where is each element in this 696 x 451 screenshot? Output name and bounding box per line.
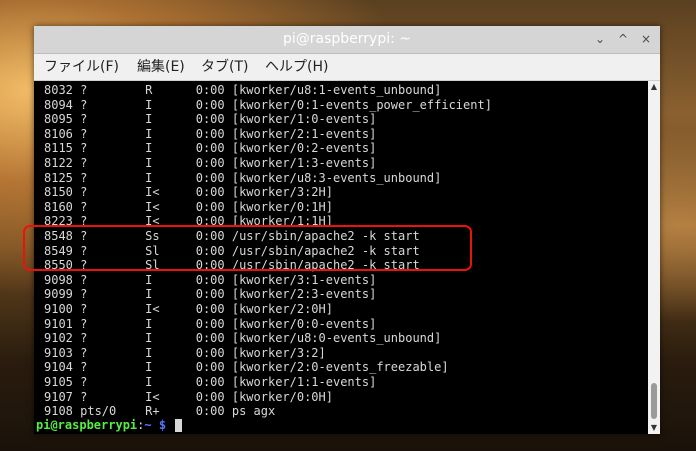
terminal-line: 8094 ? I 0:00 [kworker/0:1-events_power_… [44, 97, 492, 112]
scroll-up-icon[interactable]: ▲ [648, 81, 660, 93]
terminal-line: 8106 ? I 0:00 [kworker/2:1-events] [44, 126, 377, 141]
terminal-line: 8548 ? Ss 0:00 /usr/sbin/apache2 -k star… [44, 229, 420, 243]
window-title: pi@raspberrypi: ~ [282, 31, 412, 47]
menu-tab[interactable]: タブ(T) [201, 54, 248, 80]
title-bar[interactable]: pi@raspberrypi: ~ ⌄ ^ × [34, 26, 660, 54]
terminal-line: 9107 ? I< 0:00 [kworker/0:0H] [44, 389, 333, 404]
terminal-line: 8160 ? I< 0:00 [kworker/0:1H] [44, 199, 333, 214]
terminal-line: 9102 ? I 0:00 [kworker/u8:0-events_unbou… [44, 331, 442, 346]
terminal-line: 8550 ? Sl 0:00 /usr/sbin/apache2 -k star… [44, 258, 420, 273]
terminal-output[interactable]: pi@raspberrypi:~ $ 8032 ? R 0:00 [kworke… [34, 81, 648, 434]
close-icon[interactable]: × [637, 30, 655, 48]
shell-prompt: pi@raspberrypi:~ $ [36, 418, 183, 433]
menu-help[interactable]: ヘルプ(H) [265, 54, 328, 80]
prompt-user: pi@raspberrypi [36, 418, 138, 432]
terminal-line: 9105 ? I 0:00 [kworker/1:1-events] [44, 375, 377, 389]
terminal-line: 9098 ? I 0:00 [kworker/3:1-events] [44, 272, 377, 287]
scroll-down-icon[interactable]: ▼ [648, 422, 660, 434]
prompt-path: ~ $ [144, 418, 167, 432]
vertical-scrollbar[interactable]: ▲ ▼ [648, 81, 660, 434]
terminal-window: pi@raspberrypi: ~ ⌄ ^ × ファイル(F) 編集(E) タブ… [34, 26, 660, 434]
terminal-line: 8095 ? I 0:00 [kworker/1:0-events] [44, 112, 377, 127]
terminal-line: 9103 ? I 0:00 [kworker/3:2] [44, 345, 326, 360]
terminal-line: 8122 ? I 0:00 [kworker/1:3-events] [44, 156, 377, 170]
terminal-line: 8549 ? Sl 0:00 /usr/sbin/apache2 -k star… [44, 243, 420, 258]
menu-file[interactable]: ファイル(F) [44, 54, 119, 80]
terminal-line: 9100 ? I< 0:00 [kworker/2:0H] [44, 302, 333, 316]
terminal-line: 8223 ? I< 0:00 [kworker/1:1H] [44, 214, 333, 229]
terminal-line: 8115 ? I 0:00 [kworker/0:2-events] [44, 141, 377, 156]
terminal-line: 9108 pts/0 R+ 0:00 ps agx [44, 404, 276, 419]
menu-edit[interactable]: 編集(E) [137, 54, 185, 80]
terminal-line: 9101 ? I 0:00 [kworker/0:0-events] [44, 316, 377, 331]
terminal-line: 9099 ? I 0:00 [kworker/2:3-events] [44, 287, 377, 302]
terminal-line: 9104 ? I 0:00 [kworker/2:0-events_freeza… [44, 360, 449, 375]
menu-bar: ファイル(F) 編集(E) タブ(T) ヘルプ(H) [34, 54, 660, 81]
minimize-icon[interactable]: ⌄ [591, 30, 609, 48]
terminal-line: 8032 ? R 0:00 [kworker/u8:1-events_unbou… [44, 83, 442, 97]
terminal-line: 8125 ? I 0:00 [kworker/u8:3-events_unbou… [44, 170, 442, 185]
maximize-icon[interactable]: ^ [614, 30, 632, 48]
terminal-line: 8150 ? I< 0:00 [kworker/3:2H] [44, 185, 333, 200]
text-cursor [175, 419, 183, 432]
scrollbar-thumb[interactable] [651, 383, 657, 419]
